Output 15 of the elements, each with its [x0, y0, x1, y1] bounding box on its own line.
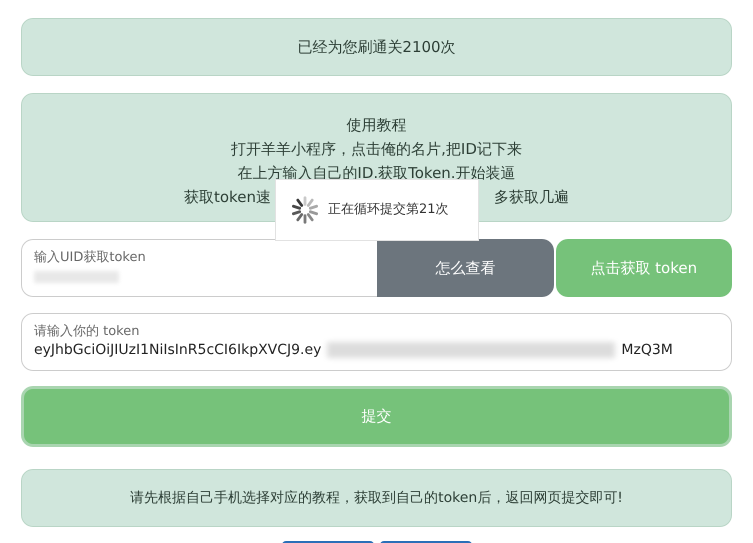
token-value: eyJhbGciOiJIUzI1NiIsInR5cCI6IkpXVCJ9.ey	[34, 342, 322, 358]
tutorial-line: 获取token速	[184, 187, 271, 208]
tutorial-line: 多获取几遍	[494, 187, 569, 208]
status-text: 已经为您刷通关2100次	[297, 38, 456, 56]
spinner-icon	[290, 195, 320, 225]
token-value: MzQ3M	[621, 342, 673, 358]
toast-text: 正在循环提交第21次	[328, 201, 449, 219]
tutorial-line: 打开羊羊小程序，点击俺的名片,把ID记下来	[230, 139, 523, 160]
token-field[interactable]: 请输入你的 token eyJhbGciOiJIUzI1NiIsInR5cCI6IkpXVCJ9.ey MzQ3M	[21, 313, 732, 371]
field-label: 请输入你的 token	[34, 323, 140, 340]
tutorial-line: 使用教程	[346, 115, 408, 136]
field-label: 输入UID获取token	[34, 249, 147, 266]
uid-field[interactable]: 输入UID获取token	[21, 239, 377, 297]
notice-text: 请先根据自己手机选择对应的教程，获取到自己的token后，返回网页提交即可!	[130, 489, 623, 507]
how-to-view-button[interactable]: 怎么查看	[377, 239, 554, 297]
